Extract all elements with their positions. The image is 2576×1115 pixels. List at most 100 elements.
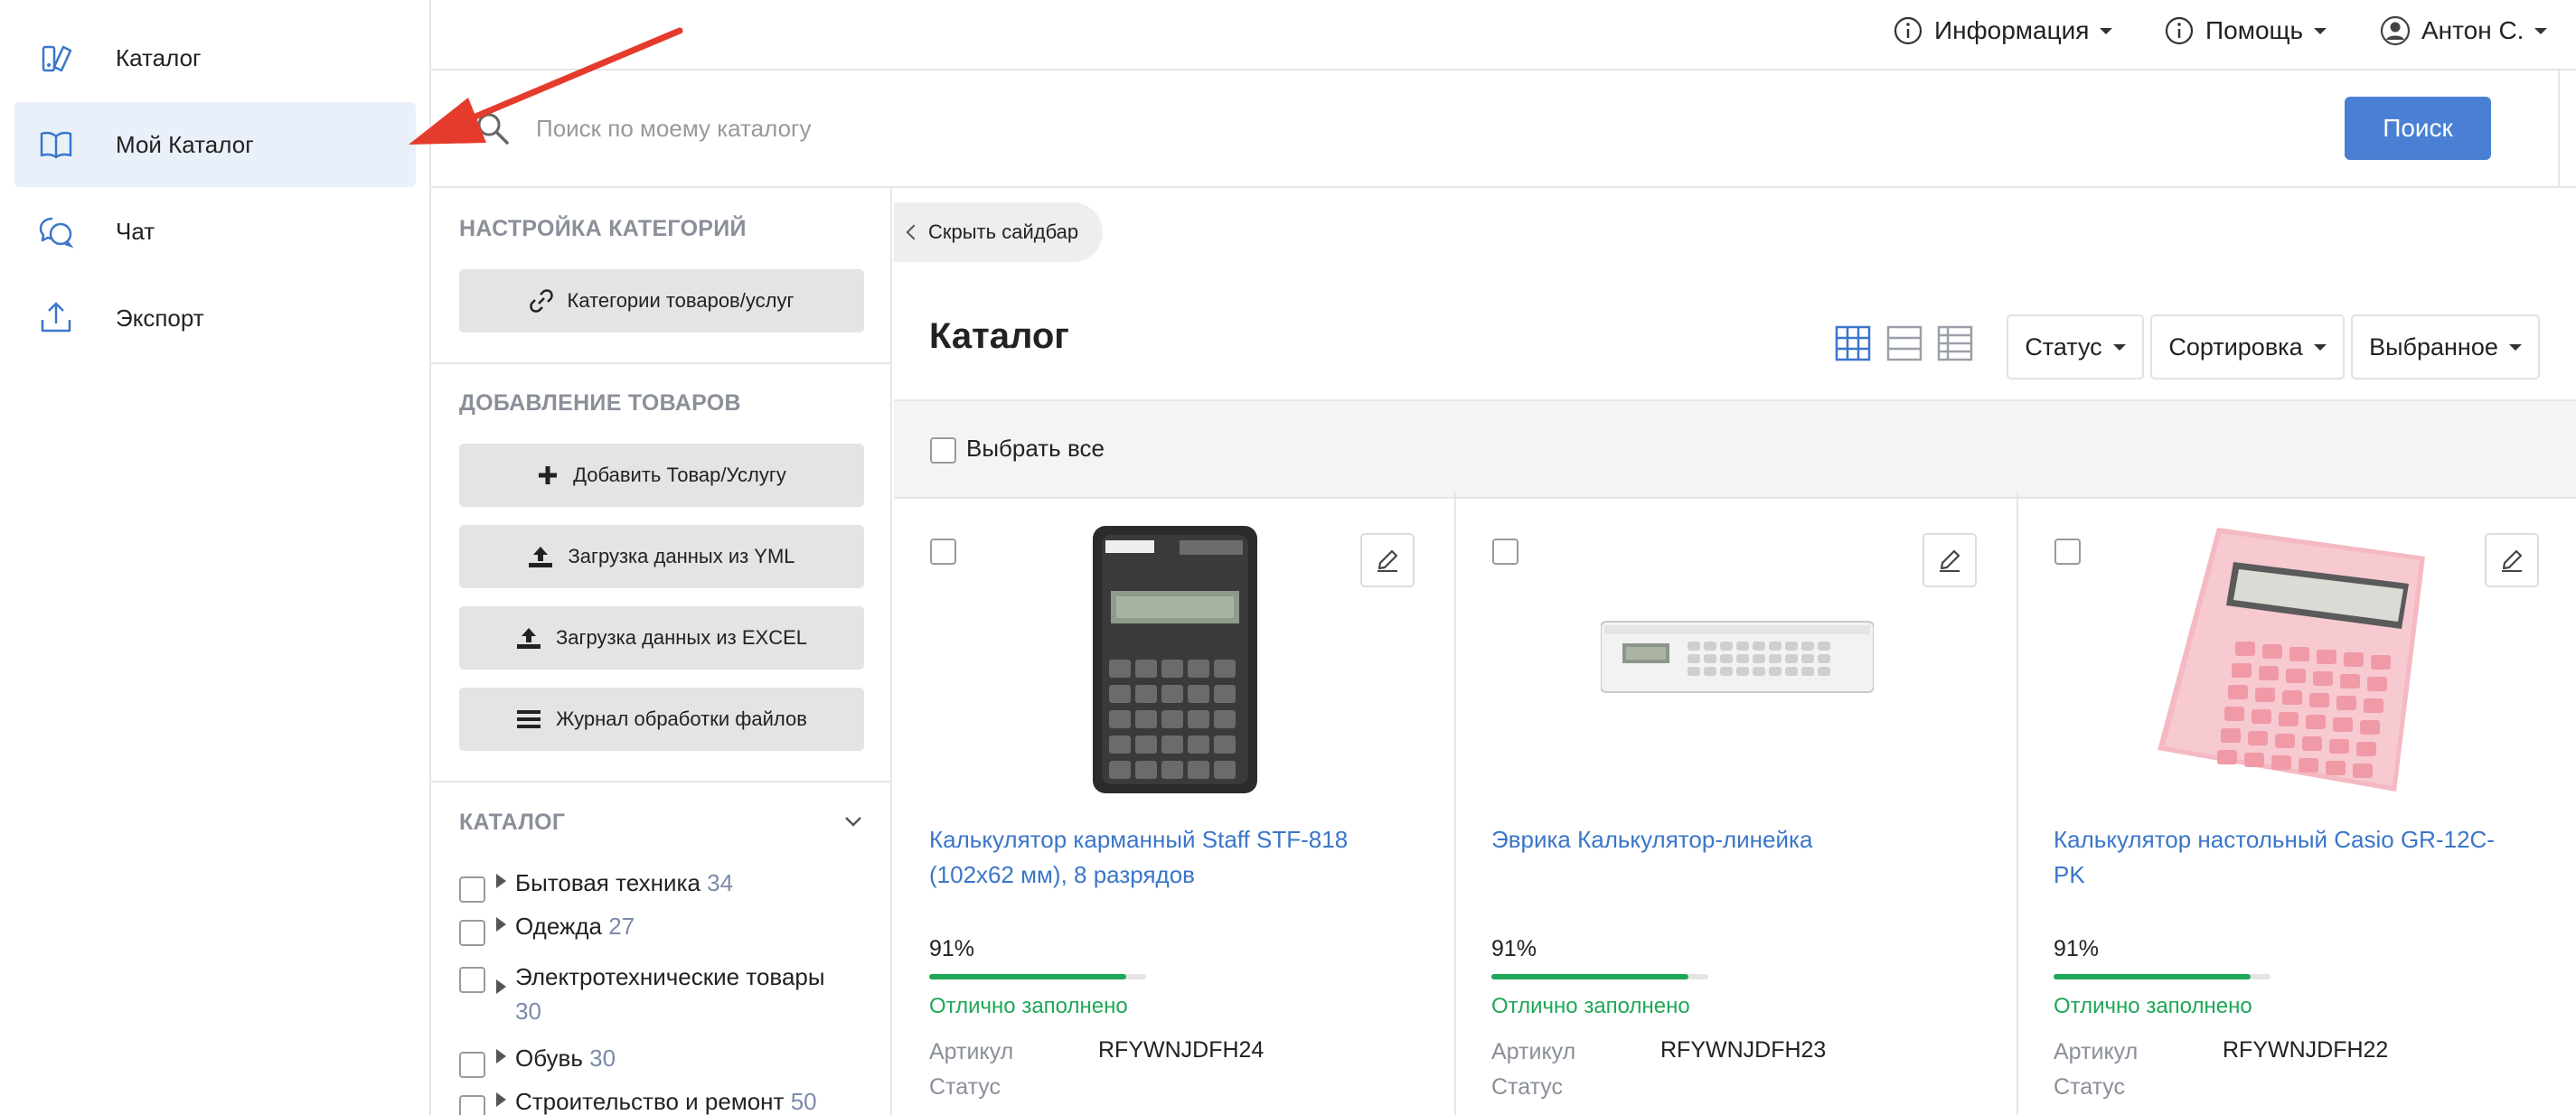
nav-item-catalog[interactable]: Каталог (14, 15, 416, 100)
sku-value: RFYWNJDFH23 (1660, 1037, 1827, 1063)
checkbox[interactable] (459, 876, 485, 903)
calculator-key (1688, 667, 1700, 676)
list-view-icon[interactable] (1886, 325, 1923, 361)
checkbox[interactable] (459, 967, 485, 993)
calculator-key (1704, 642, 1716, 651)
catalog-tree-item[interactable]: Строительство и ремонт 50 (459, 1088, 817, 1115)
calculator-key (1214, 710, 1236, 728)
upload-icon (516, 628, 541, 649)
sku-value: RFYWNJDFH22 (2223, 1037, 2389, 1063)
expand-icon[interactable] (496, 874, 506, 888)
search-bar: Поиск (431, 70, 2576, 188)
fill-progress (1491, 974, 1689, 979)
fill-status: Отлично заполнено (929, 994, 1128, 1018)
category-label: Строительство и ремонт 50 (515, 1088, 817, 1115)
product-title[interactable]: Калькулятор настольный Casio GR-12C-PK (2054, 822, 2524, 893)
expand-icon[interactable] (496, 979, 506, 994)
status-dropdown-label: Статус (2025, 333, 2102, 361)
product-card[interactable]: Калькулятор настольный Casio GR-12C-PK 9… (2018, 492, 2576, 1115)
user-menu[interactable]: Антон С. (2380, 13, 2548, 49)
product-checkbox[interactable] (930, 539, 956, 565)
calculator-key (1188, 685, 1209, 703)
calculator-key (2221, 728, 2241, 743)
pencil-icon (2502, 549, 2523, 572)
catalog-tree-item[interactable]: Бытовая техника 34 (459, 869, 733, 903)
category-count: 50 (790, 1088, 817, 1115)
calculator-key (1109, 736, 1131, 754)
info-menu[interactable]: Информация (1893, 13, 2113, 49)
search-input[interactable] (536, 107, 1801, 150)
status-label: Статус (1491, 1074, 1564, 1100)
chevron-down-icon (2508, 343, 2522, 351)
select-all-label[interactable]: Выбрать все (966, 435, 1105, 463)
selected-dropdown[interactable]: Выбранное (2351, 314, 2540, 379)
calculator-key (2279, 712, 2299, 726)
category-count: 30 (515, 998, 541, 1025)
catalog-tree-item[interactable]: Одежда 27 (459, 913, 635, 946)
hide-sidebar-button[interactable]: Скрыть сайдбар (894, 202, 1103, 262)
search-button[interactable]: Поиск (2345, 97, 2491, 160)
calculator-key (1688, 654, 1700, 663)
add-product-button[interactable]: Добавить Товар/Услугу (459, 444, 864, 507)
category-label: Обувь 30 (515, 1045, 616, 1073)
fill-progress-bar (929, 974, 1146, 979)
calculator-key (1720, 654, 1733, 663)
calculator-key (1188, 736, 1209, 754)
categories-button[interactable]: Категории товаров/услуг (459, 269, 864, 333)
sku-label: Артикул (1491, 1039, 1576, 1064)
product-card[interactable]: Эврика Калькулятор-линейка 91% Отлично з… (1456, 492, 2018, 1115)
filter-sidebar: НАСТРОЙКА КАТЕГОРИЙ Категории товаров/ус… (431, 188, 892, 1115)
calculator-key (1818, 667, 1830, 676)
nav-item-my-catalog[interactable]: Мой Каталог (14, 102, 416, 187)
fill-percent: 91% (1491, 936, 1537, 961)
status-dropdown[interactable]: Статус (2007, 314, 2144, 379)
fill-progress (2054, 974, 2252, 979)
edit-button[interactable] (1923, 533, 1977, 587)
product-card[interactable]: Калькулятор карманный Staff STF-818 (102… (894, 492, 1456, 1115)
edit-button[interactable] (2485, 533, 2539, 587)
table-view-icon[interactable] (1937, 325, 1973, 361)
grid-view-icon[interactable] (1835, 325, 1871, 361)
select-all-checkbox[interactable] (930, 437, 956, 464)
calculator-key (1688, 642, 1700, 651)
category-count: 27 (608, 913, 635, 940)
sort-dropdown[interactable]: Сортировка (2150, 314, 2345, 379)
checkbox[interactable] (459, 1052, 485, 1078)
product-title[interactable]: Калькулятор карманный Staff STF-818 (102… (929, 822, 1399, 893)
checkbox[interactable] (459, 1095, 485, 1115)
help-menu[interactable]: Помощь (2164, 13, 2327, 49)
calculator-key (2289, 647, 2309, 661)
product-checkbox[interactable] (2054, 539, 2081, 565)
calculator-key (1214, 685, 1236, 703)
pencil-icon (1940, 549, 1960, 572)
edit-button[interactable] (1360, 533, 1415, 587)
checkbox[interactable] (459, 920, 485, 946)
product-checkbox[interactable] (1492, 539, 1518, 565)
upload-yml-button[interactable]: Загрузка данных из YML (459, 525, 864, 588)
calculator-key (2306, 715, 2326, 729)
category-label: Бытовая техника 34 (515, 869, 733, 897)
calculator-key (1109, 685, 1131, 703)
calculator-key (1818, 642, 1830, 651)
calculator-key (2244, 753, 2264, 767)
divider (431, 362, 890, 364)
catalog-tree-item[interactable]: Электротехнические товары 30 (459, 960, 859, 1028)
chevron-down-icon[interactable] (843, 815, 863, 828)
calculator-key (2282, 690, 2302, 705)
section-title-catalog: КАТАЛОГ (459, 810, 566, 835)
expand-icon[interactable] (496, 917, 506, 932)
nav-item-export[interactable]: Экспорт (14, 276, 416, 361)
calculator-key (2217, 750, 2237, 764)
nav-item-chat[interactable]: Чат (14, 189, 416, 274)
file-log-button[interactable]: Журнал обработки файлов (459, 688, 864, 751)
expand-icon[interactable] (496, 1092, 506, 1107)
catalog-tree-item[interactable]: Обувь 30 (459, 1045, 616, 1078)
expand-icon[interactable] (496, 1049, 506, 1063)
product-title[interactable]: Эврика Калькулятор-линейка (1491, 822, 1961, 857)
catalog-icon (42, 45, 72, 72)
help-menu-label: Помощь (2205, 16, 2304, 44)
upload-excel-button[interactable]: Загрузка данных из EXCEL (459, 606, 864, 670)
sku-label: Артикул (929, 1039, 1014, 1064)
calculator-key (2313, 671, 2333, 686)
fill-status: Отлично заполнено (1491, 994, 1690, 1018)
